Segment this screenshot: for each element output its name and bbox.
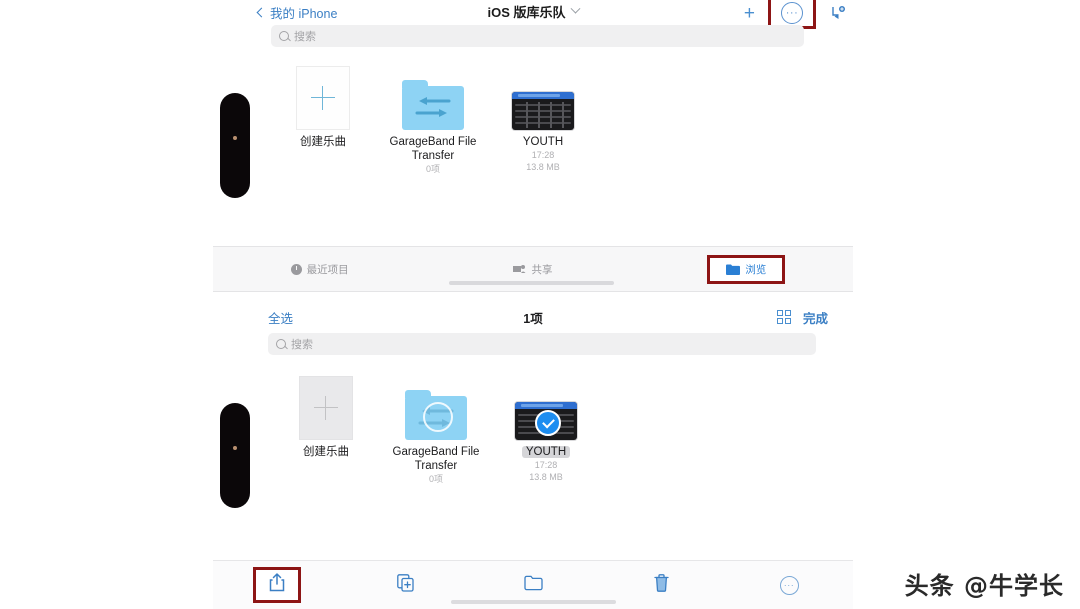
sync-progress-icon: [423, 402, 453, 432]
share-button-wrapper: [213, 567, 341, 603]
search-input-top[interactable]: 搜索: [271, 25, 804, 47]
tab-recent[interactable]: 最近项目: [213, 262, 426, 277]
tab-browse-highlight: 浏览: [707, 254, 786, 284]
grid-cell: [776, 310, 783, 316]
plus-icon: [314, 396, 338, 420]
tab-recent-label: 最近项目: [306, 263, 349, 276]
done-button[interactable]: 完成: [803, 308, 828, 327]
camera-dot-icon: [233, 446, 237, 450]
move-to-folder-icon: [523, 575, 543, 596]
tab-shared[interactable]: 共享: [426, 262, 639, 277]
grid-item-sub1: 0项: [428, 474, 443, 484]
more-circle-icon[interactable]: ···: [781, 2, 803, 24]
device-bezel-top: [220, 93, 250, 198]
preview-tick: [538, 102, 540, 128]
preview-header-bar: [512, 92, 574, 99]
search-placeholder-top: 搜索: [294, 31, 316, 43]
tab-browse-label: 浏览: [745, 263, 767, 276]
preview-header-bar: [515, 402, 577, 409]
grid-item-label-wrapper: YOUTH: [491, 445, 601, 459]
home-indicator-top: [449, 281, 614, 285]
grid-view-icon[interactable]: [776, 310, 791, 324]
grid-item-label: 创建乐曲: [303, 446, 349, 458]
grid-item-sub2: 13.8 MB: [529, 472, 563, 482]
delete-button[interactable]: [597, 573, 725, 597]
bottom-tab-bar: 最近项目 共享 浏览: [213, 246, 853, 292]
trash-icon: [653, 573, 669, 597]
selected-checkmark-icon: [535, 410, 561, 436]
selected-count-label: 1项: [523, 311, 543, 326]
preview-tick: [526, 102, 528, 128]
folder-thumbnail: [381, 378, 491, 440]
plus-icon: [311, 86, 335, 110]
new-song-thumbnail: [268, 66, 378, 130]
preview-tick: [562, 102, 564, 128]
grid-item-sub1: 17:28: [534, 460, 558, 470]
move-to-folder-button[interactable]: [469, 575, 597, 596]
file-grid-bottom: 创建乐曲 GarageBand File Transfer 0项 YOUTH 1…: [271, 376, 601, 485]
duplicate-icon: [396, 573, 414, 597]
duplicate-button[interactable]: [341, 573, 469, 597]
search-input-bottom[interactable]: 搜索: [268, 333, 816, 355]
garageband-project-preview: [512, 92, 574, 130]
record-voice-icon[interactable]: [829, 4, 847, 22]
clock-icon: [290, 263, 302, 275]
grid-item-sub1: 0项: [425, 164, 440, 174]
grid-cell: [776, 318, 783, 324]
top-navigation-bar: 我的 iPhone iOS 版库乐队 + ···: [213, 0, 853, 29]
grid-item-new-song-disabled: 创建乐曲: [271, 376, 381, 485]
tab-browse-wrapper: 浏览: [640, 254, 853, 284]
grid-item-folder[interactable]: GarageBand File Transfer 0项: [381, 378, 491, 485]
share-button-highlight: [253, 567, 301, 603]
home-indicator-bottom: [451, 600, 616, 604]
search-icon: [279, 31, 289, 41]
selection-toolbar: 全选 1项 完成: [213, 303, 853, 331]
preview-tick: [550, 102, 552, 128]
grid-item-song-selected[interactable]: YOUTH 17:28 13.8 MB: [491, 378, 601, 485]
grid-item-new-song[interactable]: 创建乐曲: [268, 66, 378, 175]
new-song-tile-disabled: [299, 376, 353, 440]
grid-cell: [785, 310, 791, 316]
folder-icon: [726, 264, 741, 275]
grid-item-label: YOUTH: [521, 446, 571, 458]
song-thumbnail: [488, 68, 598, 130]
grid-item-label: 创建乐曲: [300, 136, 346, 148]
share-icon[interactable]: [269, 573, 285, 597]
grid-item-sub1: 17:28: [531, 150, 555, 160]
grid-item-label: YOUTH: [522, 136, 564, 148]
tab-browse[interactable]: 浏览: [726, 262, 766, 277]
new-song-thumbnail: [271, 376, 381, 440]
folder-thumbnail: [378, 68, 488, 130]
add-button[interactable]: +: [744, 4, 755, 23]
watermark: 头条 @牛学长: [904, 572, 1064, 600]
device-bezel-bottom: [220, 403, 250, 508]
grid-item-label: GarageBand File Transfer: [389, 136, 477, 162]
transfer-arrows-icon: [415, 96, 451, 118]
chevron-down-icon[interactable]: [570, 3, 580, 14]
grid-item-song[interactable]: YOUTH 17:28 13.8 MB: [488, 68, 598, 175]
search-placeholder-bottom: 搜索: [291, 339, 313, 351]
phone-screen: 我的 iPhone iOS 版库乐队 + ··· 搜索 创建乐曲 GarageB…: [213, 0, 853, 609]
more-circle-icon: ···: [779, 575, 799, 595]
search-icon: [276, 339, 286, 349]
garageband-project-preview: [515, 402, 577, 440]
folder-icon: [402, 80, 464, 130]
camera-dot-icon: [233, 136, 237, 140]
selection-right-actions: 完成: [776, 308, 828, 327]
more-actions-button[interactable]: ···: [725, 575, 853, 595]
grid-item-folder[interactable]: GarageBand File Transfer 0项: [378, 68, 488, 175]
page-title-text: iOS 版库乐队: [487, 5, 566, 20]
song-thumbnail: [491, 378, 601, 440]
folder-icon: [405, 390, 467, 440]
grid-item-sub2: 13.8 MB: [526, 162, 560, 172]
grid-item-label: GarageBand File Transfer: [392, 446, 480, 472]
people-icon: [513, 264, 526, 274]
new-song-tile: [296, 66, 350, 130]
tab-shared-label: 共享: [531, 263, 553, 276]
nav-right-actions: + ···: [744, 0, 847, 29]
grid-cell: [785, 318, 791, 324]
file-grid-top: 创建乐曲 GarageBand File Transfer 0项 YOUTH 1…: [268, 66, 598, 175]
